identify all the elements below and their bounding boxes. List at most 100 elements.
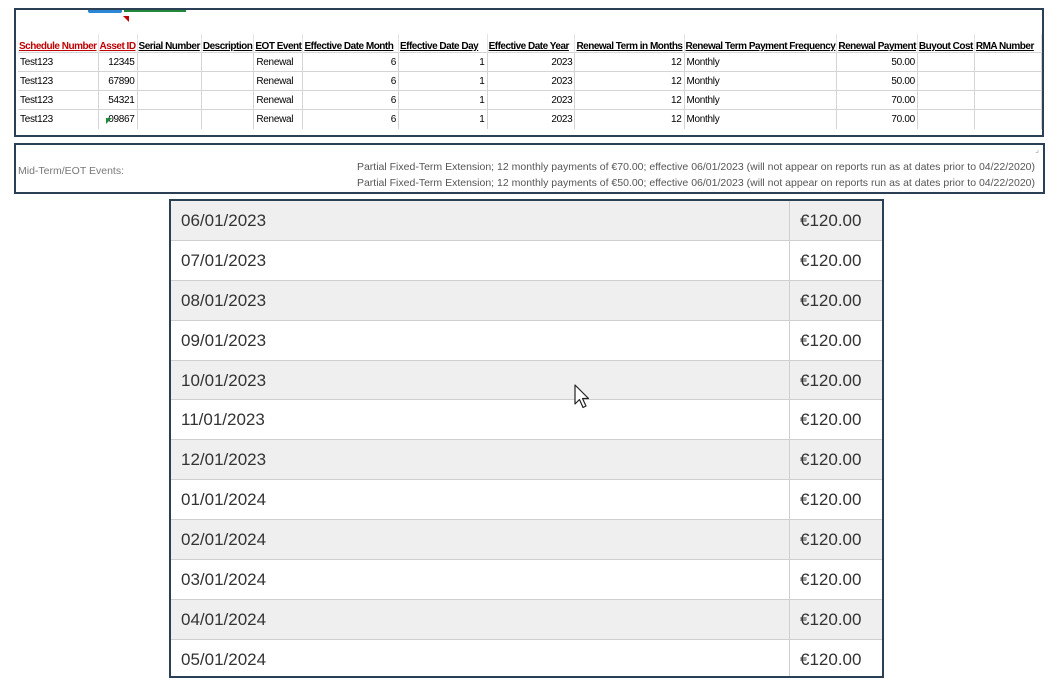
- cell[interactable]: 12: [574, 90, 685, 110]
- cell[interactable]: 54321: [98, 90, 138, 110]
- table-row: Test123 09867 Renewal 6 1 2023 12 Monthl…: [18, 109, 1042, 129]
- payment-amount: €120.00: [800, 290, 862, 310]
- cell[interactable]: Renewal: [253, 90, 304, 110]
- cell[interactable]: Test123: [18, 71, 99, 91]
- cell[interactable]: 2023: [487, 90, 576, 110]
- header-renewal-term-months[interactable]: Renewal Term in Months: [574, 34, 685, 53]
- cell[interactable]: 1: [398, 71, 488, 91]
- cell[interactable]: 6: [302, 90, 399, 110]
- cell[interactable]: Renewal: [253, 71, 304, 91]
- spreadsheet-panel: Schedule Number Asset ID Serial Number D…: [14, 8, 1044, 137]
- cell[interactable]: 09867: [98, 109, 138, 129]
- sheet-selection-bar: [124, 10, 186, 12]
- cell[interactable]: 2023: [487, 52, 576, 72]
- cell[interactable]: [917, 71, 975, 91]
- header-description[interactable]: Description: [201, 34, 255, 53]
- header-effective-date-year[interactable]: Effective Date Year: [487, 34, 576, 53]
- cell[interactable]: Renewal: [253, 109, 304, 129]
- cell[interactable]: 1: [398, 52, 488, 72]
- payment-date: 04/01/2024: [171, 599, 790, 639]
- cell[interactable]: [137, 71, 202, 91]
- payment-date: 10/01/2023: [171, 360, 790, 400]
- cell[interactable]: [917, 109, 975, 129]
- cell[interactable]: [201, 71, 255, 91]
- cell[interactable]: [974, 52, 1042, 72]
- payment-date: 08/01/2023: [171, 280, 790, 320]
- cell[interactable]: Monthly: [684, 52, 838, 72]
- header-asset-id[interactable]: Asset ID: [98, 34, 138, 53]
- header-effective-date-day[interactable]: Effective Date Day: [398, 34, 488, 53]
- cell[interactable]: [137, 109, 202, 129]
- schedule-row: 05/01/2024 €120.00: [171, 639, 882, 676]
- header-eot-event[interactable]: EOT Event: [253, 34, 304, 53]
- eot-events-panel: ⌟ Mid-Term/EOT Events: Partial Fixed-Ter…: [14, 143, 1045, 194]
- cell[interactable]: [974, 109, 1042, 129]
- payment-date: 02/01/2024: [171, 520, 790, 560]
- schedule-row: 03/01/2024 €120.00: [171, 560, 882, 600]
- cell[interactable]: [201, 109, 255, 129]
- schedule-row: 11/01/2023 €120.00: [171, 400, 882, 441]
- schedule-row: 07/01/2023 €120.00: [171, 240, 882, 281]
- cell[interactable]: Test123: [18, 90, 99, 110]
- schedule-row: 12/01/2023 €120.00: [171, 440, 882, 481]
- header-effective-date-month[interactable]: Effective Date Month: [302, 34, 399, 53]
- schedule-row: 06/01/2023 €120.00: [171, 201, 882, 241]
- cell[interactable]: [201, 90, 255, 110]
- payment-amount: €120.00: [800, 530, 862, 550]
- cell[interactable]: 70.00: [836, 109, 918, 129]
- cell[interactable]: 12345: [98, 52, 138, 72]
- payment-amount: €120.00: [800, 370, 862, 390]
- schedule-row: 04/01/2024 €120.00: [171, 599, 882, 640]
- asset-table: Schedule Number Asset ID Serial Number D…: [18, 34, 1042, 129]
- payment-date: 01/01/2024: [171, 480, 790, 520]
- payment-date: 07/01/2023: [171, 240, 790, 280]
- cell[interactable]: 12: [574, 71, 685, 91]
- cell[interactable]: 6: [302, 109, 399, 129]
- cell[interactable]: [974, 71, 1042, 91]
- cell[interactable]: 12: [574, 52, 685, 72]
- cell[interactable]: [917, 90, 975, 110]
- cell[interactable]: 50.00: [836, 71, 918, 91]
- cell[interactable]: 6: [302, 52, 399, 72]
- cell[interactable]: Monthly: [684, 90, 838, 110]
- cell[interactable]: 2023: [487, 71, 576, 91]
- payment-amount: €120.00: [800, 570, 862, 590]
- cell[interactable]: 2023: [487, 109, 576, 129]
- comment-indicator-icon: [123, 16, 129, 22]
- payment-date: 11/01/2023: [171, 400, 790, 440]
- header-renewal-term-payment-frequency[interactable]: Renewal Term Payment Frequency: [684, 34, 838, 53]
- cell[interactable]: 70.00: [836, 90, 918, 110]
- payment-amount: €120.00: [800, 649, 862, 669]
- cell[interactable]: Monthly: [684, 71, 838, 91]
- cell[interactable]: 67890: [98, 71, 138, 91]
- cell[interactable]: 6: [302, 71, 399, 91]
- cell[interactable]: 1: [398, 109, 488, 129]
- header-schedule-number[interactable]: Schedule Number: [18, 34, 99, 53]
- header-buyout-cost[interactable]: Buyout Cost: [917, 34, 975, 53]
- cell[interactable]: Monthly: [684, 109, 838, 129]
- table-row: Test123 12345 Renewal 6 1 2023 12 Monthl…: [18, 52, 1042, 72]
- cell[interactable]: 12: [574, 109, 685, 129]
- cell[interactable]: Test123: [18, 52, 99, 72]
- payment-date: 05/01/2024: [171, 639, 790, 676]
- cell[interactable]: 1: [398, 90, 488, 110]
- cell[interactable]: Test123: [18, 109, 99, 129]
- payment-schedule-table: 06/01/2023 €120.00 07/01/2023 €120.00 08/0…: [169, 199, 884, 678]
- cell[interactable]: Renewal: [253, 52, 304, 72]
- payment-amount: €120.00: [800, 330, 862, 350]
- header-serial-number[interactable]: Serial Number: [137, 34, 202, 53]
- header-rma-number[interactable]: RMA Number: [974, 34, 1042, 53]
- cell[interactable]: [137, 52, 202, 72]
- header-renewal-payment[interactable]: Renewal Payment: [836, 34, 918, 53]
- schedule-row: 09/01/2023 €120.00: [171, 320, 882, 361]
- cell[interactable]: [917, 52, 975, 72]
- cell[interactable]: [137, 90, 202, 110]
- cell[interactable]: 50.00: [836, 52, 918, 72]
- cell[interactable]: [201, 52, 255, 72]
- schedule-row: 01/01/2024 €120.00: [171, 480, 882, 521]
- schedule-row: 10/01/2023 €120.00: [171, 360, 882, 401]
- payment-date: 09/01/2023: [171, 320, 790, 360]
- table-row: Test123 67890 Renewal 6 1 2023 12 Monthl…: [18, 71, 1042, 91]
- cell[interactable]: [974, 90, 1042, 110]
- events-label: Mid-Term/EOT Events:: [18, 165, 124, 177]
